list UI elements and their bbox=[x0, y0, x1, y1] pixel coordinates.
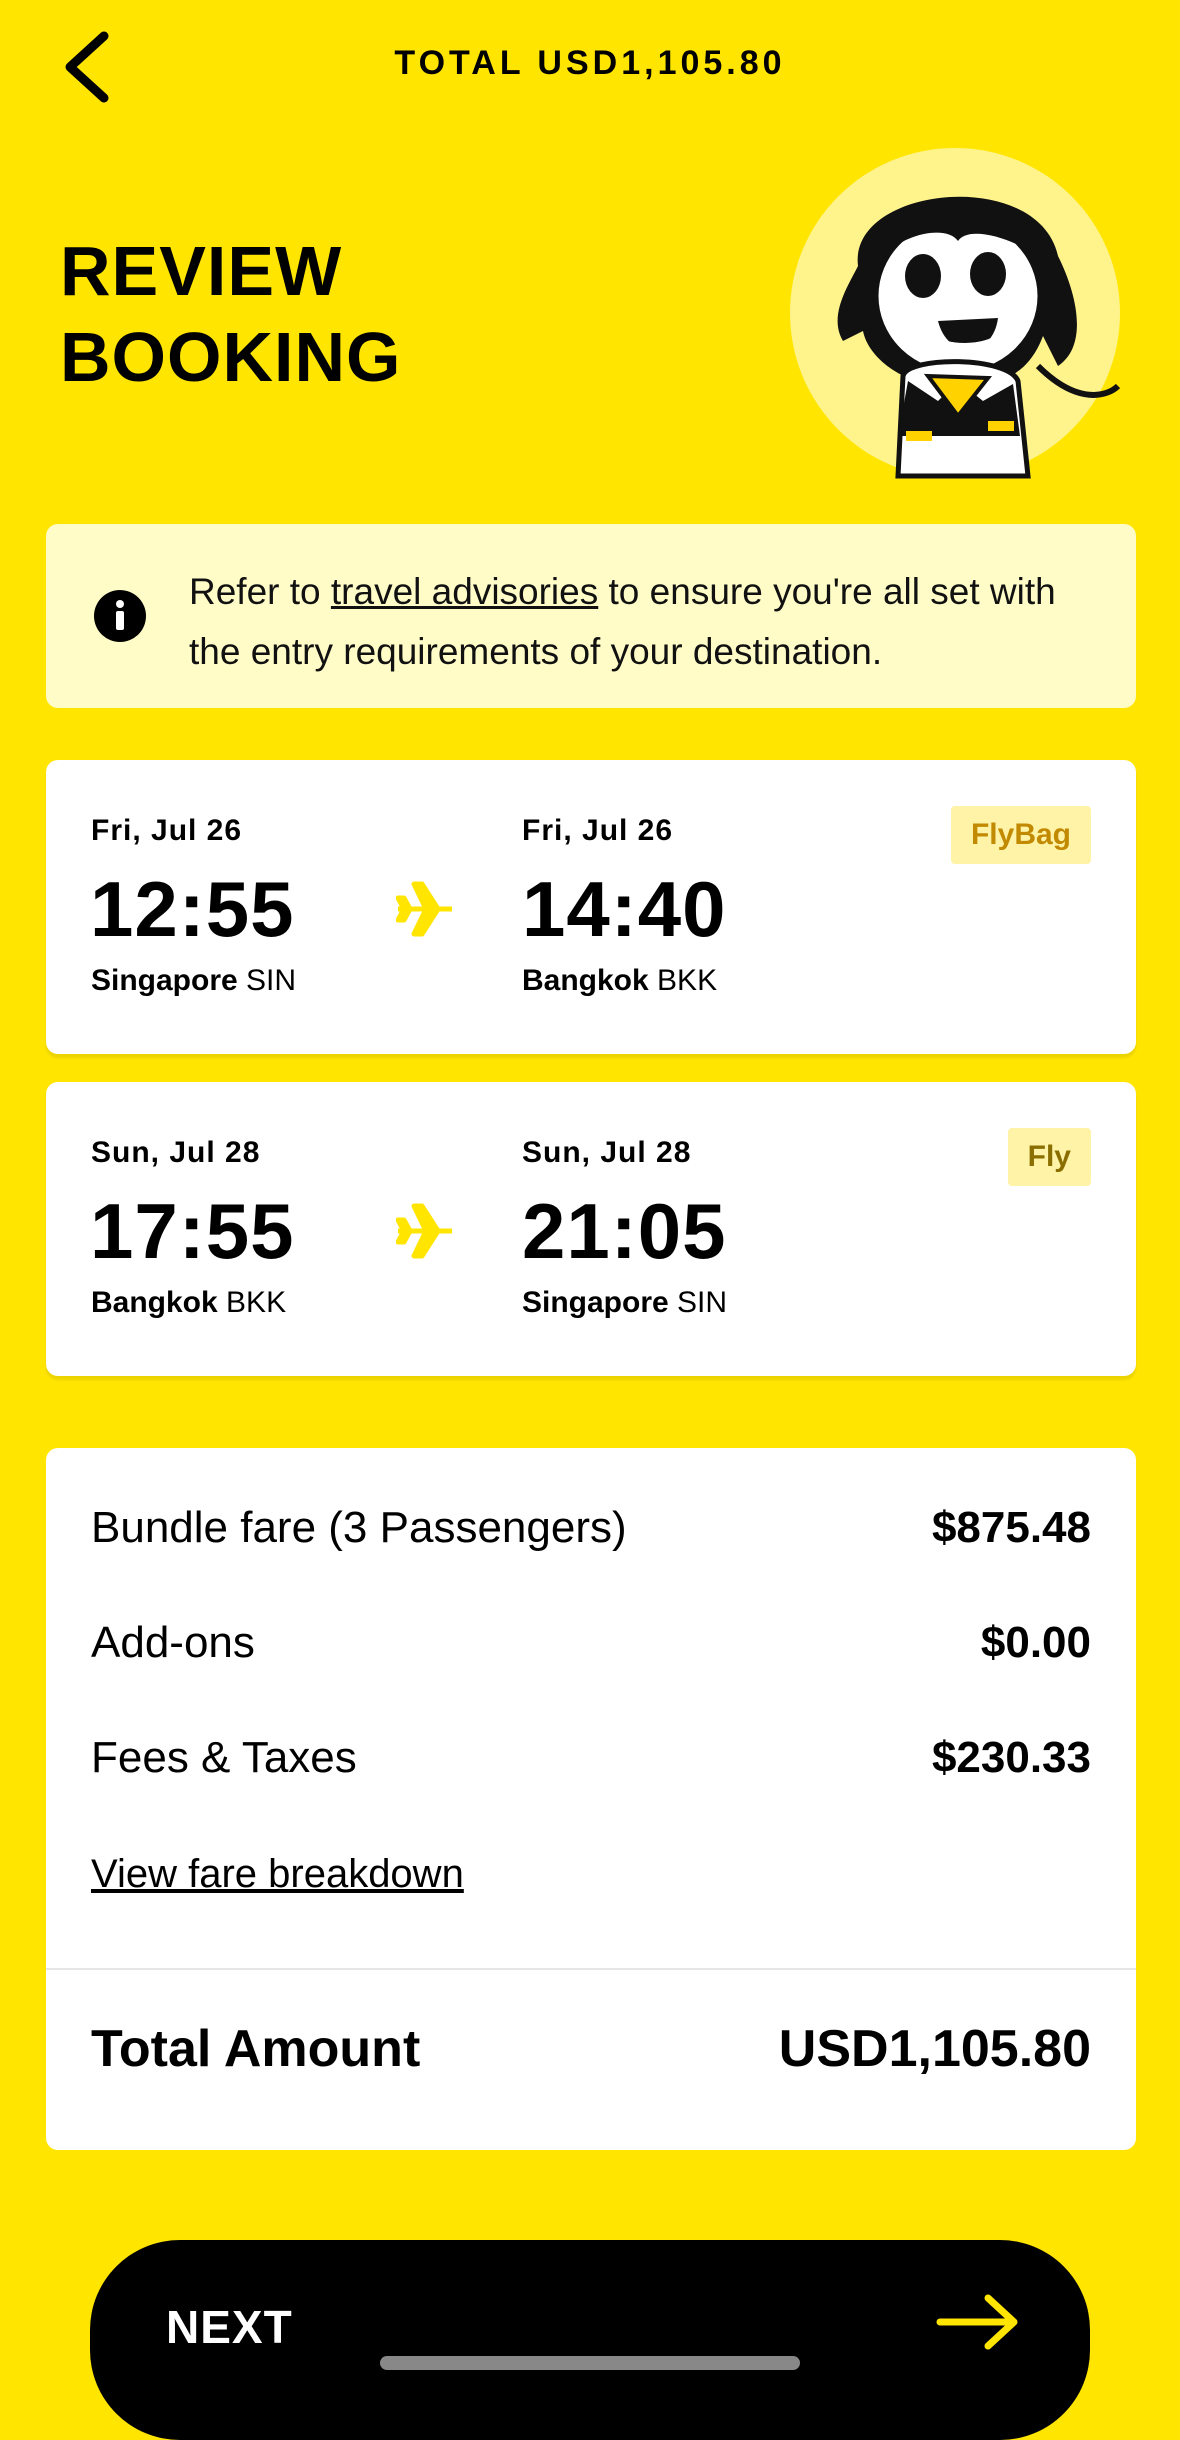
travel-advisories-link[interactable]: travel advisories bbox=[331, 571, 598, 612]
arrive-time: 14:40 bbox=[522, 865, 727, 953]
bundle-badge: FlyBag bbox=[950, 806, 1091, 864]
depart-time: 17:55 bbox=[90, 1187, 295, 1275]
arrive-time: 21:05 bbox=[522, 1187, 727, 1275]
depart-airport: Singapore SIN bbox=[91, 964, 297, 997]
fare-row-fees: Fees & Taxes $230.33 bbox=[91, 1733, 1091, 1782]
total-amount-value: USD1,105.80 bbox=[778, 2020, 1091, 2078]
arrive-airport: Singapore SIN bbox=[522, 1286, 728, 1319]
fare-row-addons: Add-ons $0.00 bbox=[91, 1618, 1091, 1667]
fare-summary-card: Bundle fare (3 Passengers) $875.48 Add-o… bbox=[46, 1448, 1136, 2150]
bundle-badge: Fly bbox=[1007, 1128, 1091, 1186]
info-icon bbox=[94, 590, 146, 642]
divider bbox=[46, 1968, 1136, 1970]
page-title: REVIEW BOOKING bbox=[60, 232, 402, 396]
next-button[interactable]: NEXT bbox=[90, 2240, 1090, 2440]
depart-date: Fri, Jul 26 bbox=[91, 814, 243, 847]
header-total: TOTAL USD1,105.80 bbox=[394, 44, 786, 82]
plane-icon bbox=[396, 1203, 452, 1259]
total-amount-row: Total Amount USD1,105.80 bbox=[91, 2014, 1091, 2084]
travel-advisory-banner: Refer to travel advisories to ensure you… bbox=[46, 524, 1136, 708]
arrive-airport: Bangkok BKK bbox=[522, 964, 718, 997]
advisory-text: Refer to travel advisories to ensure you… bbox=[189, 571, 1056, 672]
arrive-date: Sun, Jul 28 bbox=[522, 1136, 692, 1169]
depart-date: Sun, Jul 28 bbox=[91, 1136, 261, 1169]
plane-icon bbox=[396, 881, 452, 937]
flight-card-return[interactable]: Sun, Jul 28 17:55 Bangkok BKK Sun, Jul 2… bbox=[46, 1082, 1136, 1376]
home-indicator bbox=[380, 2356, 800, 2370]
arrive-date: Fri, Jul 26 bbox=[522, 814, 674, 847]
arrow-right-icon bbox=[936, 2294, 1018, 2350]
view-fare-breakdown-link[interactable]: View fare breakdown bbox=[91, 1852, 464, 1897]
fare-row-bundle: Bundle fare (3 Passengers) $875.48 bbox=[91, 1503, 1091, 1552]
depart-time: 12:55 bbox=[90, 865, 295, 953]
depart-airport: Bangkok BKK bbox=[91, 1286, 287, 1319]
mascot-illustration bbox=[790, 148, 1121, 479]
flight-card-outbound[interactable]: Fri, Jul 26 12:55 Singapore SIN Fri, Jul… bbox=[46, 760, 1136, 1054]
